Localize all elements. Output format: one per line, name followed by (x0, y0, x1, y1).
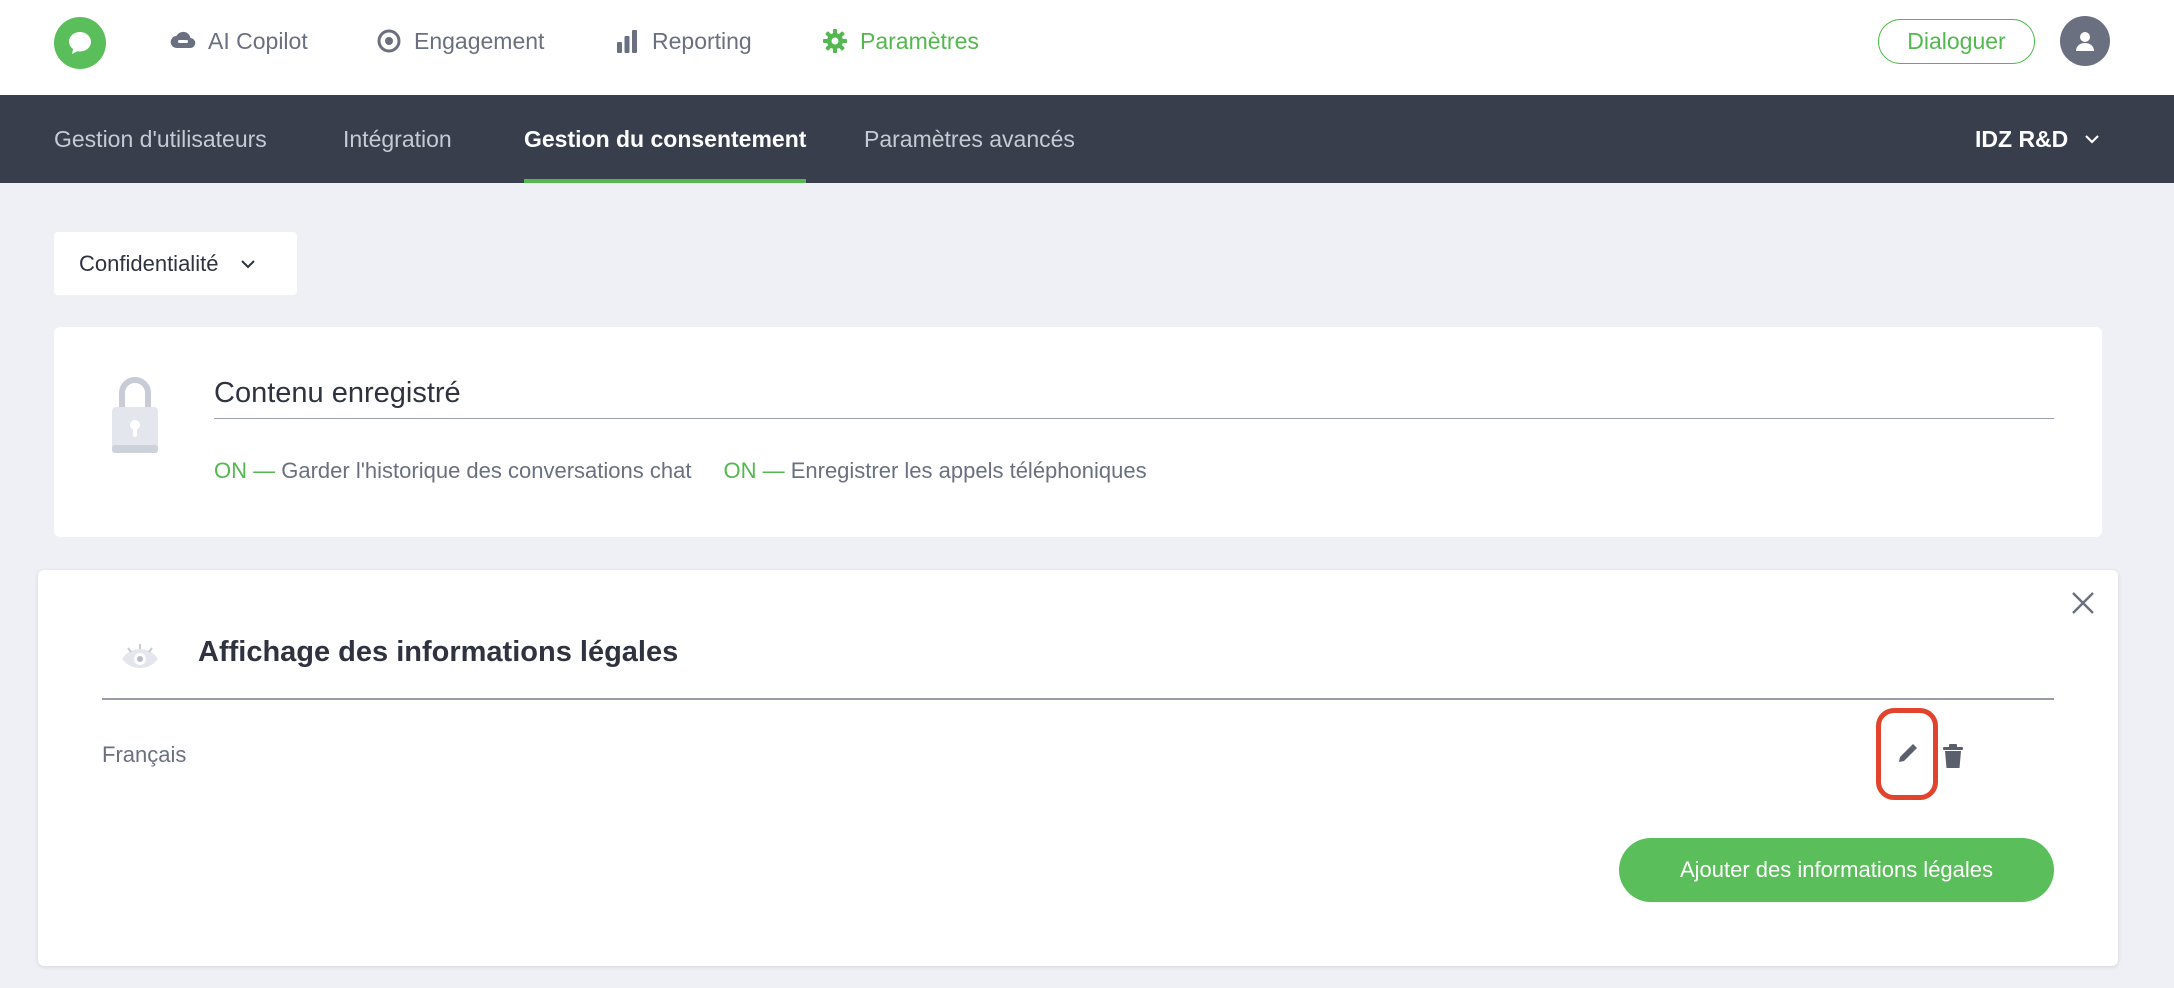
divider (102, 698, 2054, 700)
legal-info-language: Français (102, 742, 187, 767)
legal-info-card: Affichage des informations légales Franç… (38, 570, 2118, 966)
user-icon (2076, 32, 2094, 51)
eye-icon (122, 644, 158, 668)
chat-bubble-icon (69, 32, 91, 54)
nav-label: AI Copilot (208, 27, 308, 54)
nav-label: Engagement (414, 27, 545, 54)
nav-ai-copilot[interactable]: AI Copilot (170, 26, 308, 56)
consent-item-calls: ON — Enregistrer les appels téléphonique… (723, 458, 1146, 484)
consent-status-list: ON — Garder l'historique des conversatio… (214, 458, 1147, 484)
org-selector[interactable]: IDZ R&D (1975, 95, 2100, 183)
gear-icon (823, 29, 847, 53)
settings-subnav: Gestion d'utilisateurs Intégration Gesti… (0, 95, 2174, 183)
user-avatar[interactable] (2060, 16, 2110, 66)
cloud-icon (170, 31, 196, 49)
status-on: ON — (723, 458, 785, 483)
nav-engagement[interactable]: Engagement (376, 26, 544, 56)
nav-parametres[interactable]: Paramètres (822, 26, 979, 56)
consent-item-chat: ON — Garder l'historique des conversatio… (214, 458, 691, 484)
org-label: IDZ R&D (1975, 125, 2069, 152)
chevron-down-icon (2085, 135, 2100, 144)
trash-icon (1943, 744, 1963, 768)
padlock-icon (112, 377, 158, 453)
app-logo[interactable] (54, 17, 106, 69)
tab-gestion-utilisateurs[interactable]: Gestion d'utilisateurs (54, 95, 267, 183)
category-dropdown[interactable]: Confidentialité (54, 232, 297, 295)
pencil-icon (1899, 744, 1917, 762)
close-icon[interactable] (2070, 590, 2096, 616)
tab-gestion-consentement[interactable]: Gestion du consentement (524, 95, 807, 183)
nav-label: Paramètres (860, 27, 979, 54)
consent-label: Enregistrer les appels téléphoniques (790, 458, 1147, 483)
nav-label: Reporting (652, 27, 752, 54)
add-legal-info-button[interactable]: Ajouter des informations légales (1619, 838, 2054, 902)
chevron-down-icon (241, 259, 256, 268)
tab-integration[interactable]: Intégration (343, 95, 452, 183)
recorded-content-card: Contenu enregistré ON — Garder l'histori… (54, 327, 2102, 537)
bar-chart-icon (617, 30, 637, 53)
consent-label: Garder l'historique des conversations ch… (281, 458, 692, 483)
recorded-content-title: Contenu enregistré (214, 377, 2054, 419)
legal-info-title: Affichage des informations légales (198, 636, 679, 668)
edit-legal-info-button[interactable] (1876, 708, 1938, 800)
category-selected: Confidentialité (79, 250, 219, 276)
target-icon (377, 29, 401, 53)
top-bar: AI Copilot Engagement Reporting Paramètr… (0, 0, 2174, 95)
status-on: ON — (214, 458, 276, 483)
nav-reporting[interactable]: Reporting (614, 26, 752, 56)
tab-parametres-avances[interactable]: Paramètres avancés (864, 95, 1075, 183)
delete-legal-info-button[interactable] (1938, 741, 1968, 771)
dialoguer-button[interactable]: Dialoguer (1878, 19, 2035, 64)
